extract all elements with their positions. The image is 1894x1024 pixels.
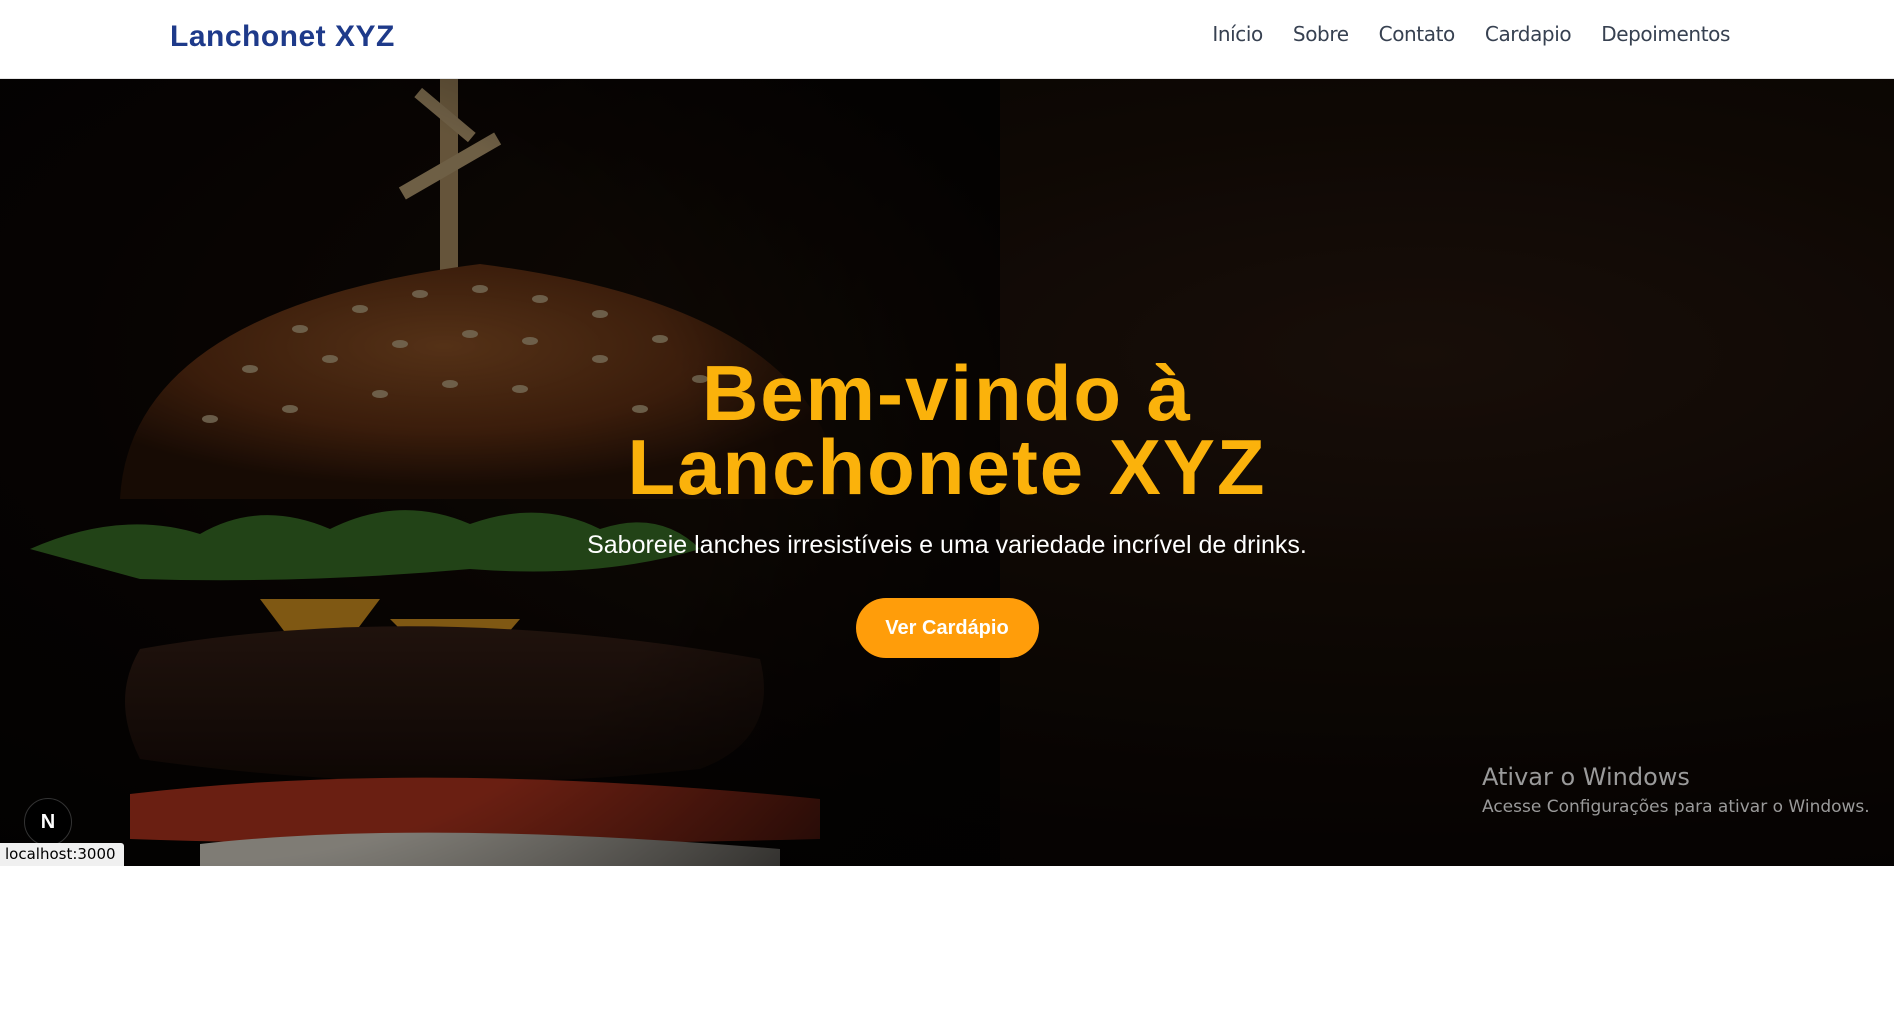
status-url: localhost:3000	[0, 843, 124, 866]
nextjs-logo-icon[interactable]: N	[24, 798, 72, 846]
nav-link-inicio[interactable]: Início	[1212, 22, 1263, 46]
windows-activation-watermark: Ativar o Windows Acesse Configurações pa…	[1482, 763, 1870, 817]
nav-link-sobre[interactable]: Sobre	[1293, 22, 1349, 46]
watermark-subtitle: Acesse Configurações para ativar o Windo…	[1482, 797, 1870, 817]
nav-link-depoimentos[interactable]: Depoimentos	[1601, 22, 1730, 46]
hero-subtitle: Saboreie lanches irresistíveis e uma var…	[587, 531, 1307, 559]
nav-menu: Início Sobre Contato Cardapio Depoimento…	[1212, 22, 1730, 46]
hero-title-line2: Lanchonete XYZ	[627, 423, 1267, 511]
view-menu-button[interactable]: Ver Cardápio	[855, 598, 1039, 658]
navbar: Lanchonet XYZ Início Sobre Contato Carda…	[0, 0, 1894, 79]
nav-link-cardapio[interactable]: Cardapio	[1485, 22, 1572, 46]
hero-content: Bem-vindo à Lanchonete XYZ Saboreie lanc…	[0, 79, 1894, 866]
brand-logo[interactable]: Lanchonet XYZ	[170, 20, 395, 54]
watermark-title: Ativar o Windows	[1482, 763, 1690, 791]
hero-title: Bem-vindo à Lanchonete XYZ	[627, 349, 1267, 511]
hero-title-line1: Bem-vindo à	[701, 349, 1193, 437]
hero-section: Bem-vindo à Lanchonete XYZ Saboreie lanc…	[0, 79, 1894, 866]
nav-link-contato[interactable]: Contato	[1379, 22, 1456, 46]
